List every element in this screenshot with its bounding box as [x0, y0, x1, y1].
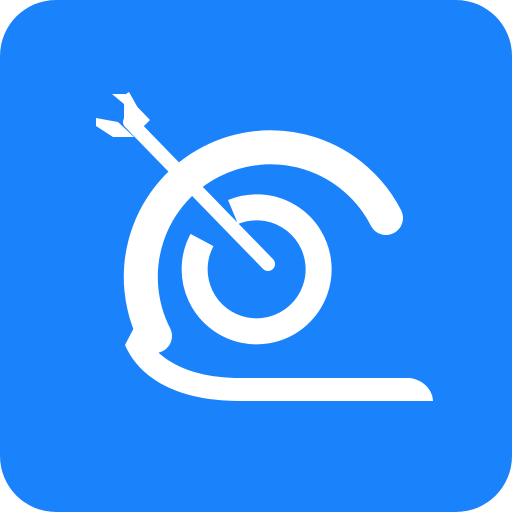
app-icon-canvas	[0, 0, 512, 512]
target-arrow-spiral-icon	[0, 0, 512, 512]
app-icon[interactable]	[0, 0, 512, 512]
